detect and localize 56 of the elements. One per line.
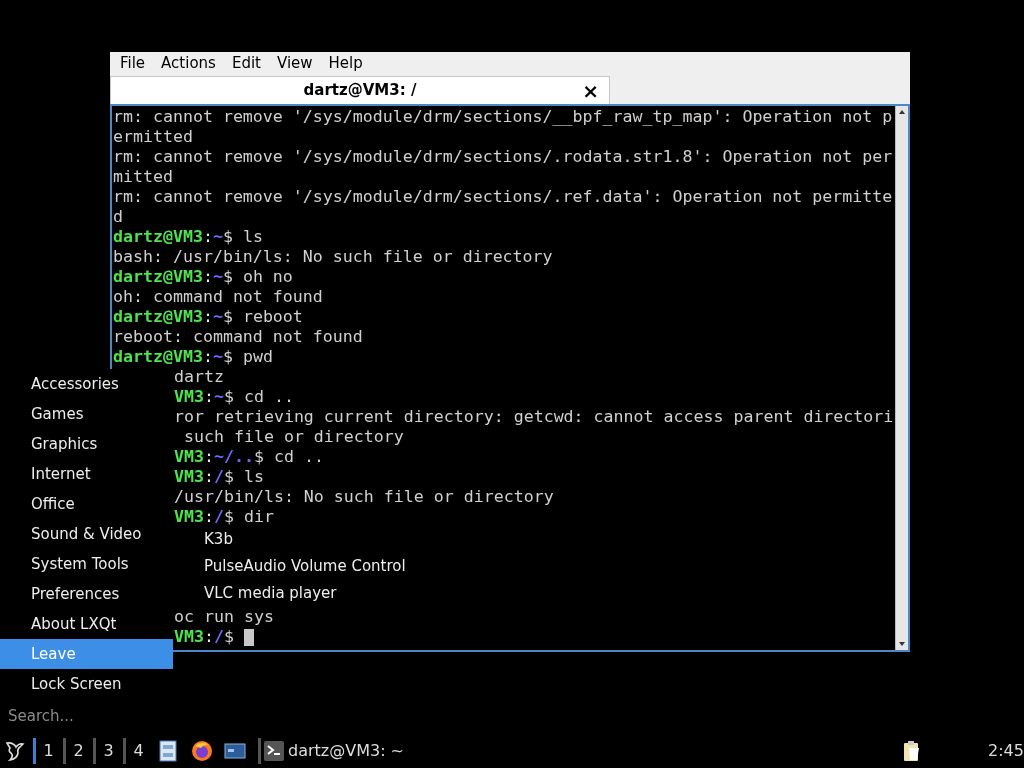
- terminal-line: /usr/bin/ls: No such file or directory: [174, 487, 555, 507]
- desktop-switch[interactable]: 3: [93, 738, 121, 764]
- terminal-icon: [264, 741, 284, 761]
- desktop-switch[interactable]: 1: [33, 738, 61, 764]
- terminal-line: rm: cannot remove '/sys/module/drm/sections/.ref.data': Operation not permitte: [113, 187, 894, 207]
- terminal-line: rm: cannot remove '/sys/module/drm/sections/__bpf_raw_tp_map': Operation not p: [113, 107, 894, 127]
- menu-category[interactable]: Graphics: [0, 429, 173, 459]
- terminal-line: d: [113, 207, 124, 227]
- clock[interactable]: 2:45: [988, 739, 1022, 763]
- menu-category[interactable]: Lock Screen: [0, 669, 173, 699]
- menu-category[interactable]: Games: [0, 399, 173, 429]
- terminal-line: reboot: command not found: [113, 327, 364, 347]
- terminal-line: VM3:/$: [174, 627, 895, 647]
- terminal-line: VM3:/$ ls: [174, 467, 265, 487]
- menu-item[interactable]: File: [120, 51, 146, 75]
- menu-item[interactable]: View: [276, 51, 313, 75]
- submenu-item[interactable]: PulseAudio Volume Control: [172, 553, 432, 580]
- terminal-line: such file or directory: [183, 427, 405, 447]
- terminal-line: VM3:/$ dir: [174, 507, 275, 527]
- bird-icon[interactable]: [5, 740, 25, 762]
- file-cabinet-icon[interactable]: [159, 740, 177, 762]
- menu-item[interactable]: Edit: [231, 51, 261, 75]
- task-button[interactable]: dartz@VM3: ~: [263, 737, 406, 765]
- desktop-switch[interactable]: 4: [123, 738, 151, 764]
- terminal-tab[interactable]: dartz@VM3: / ×: [110, 76, 610, 104]
- submenu-item[interactable]: K3b: [172, 526, 432, 553]
- terminal-line: dartz@VM3:~$ oh no: [113, 267, 294, 287]
- clipboard-icon[interactable]: [902, 740, 922, 762]
- terminal-line: ermitted: [113, 127, 194, 147]
- terminal-line: bash: /usr/bin/ls: No such file or directory: [113, 247, 554, 267]
- menu-item[interactable]: Actions: [161, 51, 216, 75]
- terminal-line: dartz@VM3:~$ reboot: [113, 307, 304, 327]
- terminal-line: oh: command not found: [113, 287, 324, 307]
- terminal-line: ror retrieving current directory: getcwd: cannot access parent directori: [174, 407, 895, 427]
- menu-category[interactable]: About LXQt: [0, 609, 173, 639]
- terminal-line: dartz@VM3:~$ pwd: [113, 347, 274, 367]
- terminal-line: rm: cannot remove '/sys/module/drm/sections/.rodata.str1.8': Operation not per: [113, 147, 894, 167]
- terminal-line: oc run sys: [174, 607, 275, 627]
- scrollbar[interactable]: [895, 106, 908, 650]
- desktop-switch[interactable]: 2: [63, 738, 91, 764]
- terminal-line: VM3:~/..$ cd ..: [174, 447, 325, 467]
- menu-item[interactable]: Help: [328, 51, 363, 75]
- menu-category[interactable]: Accessories: [0, 369, 173, 399]
- menu-category[interactable]: Preferences: [0, 579, 173, 609]
- close-button[interactable]: ×: [582, 75, 599, 106]
- menu-category[interactable]: Internet: [0, 459, 173, 489]
- menu-category[interactable]: Sound & Video: [0, 519, 173, 549]
- terminal-line: dartz: [174, 367, 225, 387]
- monitor-icon[interactable]: [224, 742, 246, 760]
- menu-category[interactable]: System Tools: [0, 549, 173, 579]
- menu-category[interactable]: Office: [0, 489, 173, 519]
- terminal-line: mitted: [113, 167, 174, 187]
- submenu-item[interactable]: VLC media player: [172, 580, 432, 607]
- terminal-line: VM3:~$ cd ..: [174, 387, 295, 407]
- terminal-line: dartz@VM3:~$ ls: [113, 227, 264, 247]
- browser-icon[interactable]: [191, 740, 213, 762]
